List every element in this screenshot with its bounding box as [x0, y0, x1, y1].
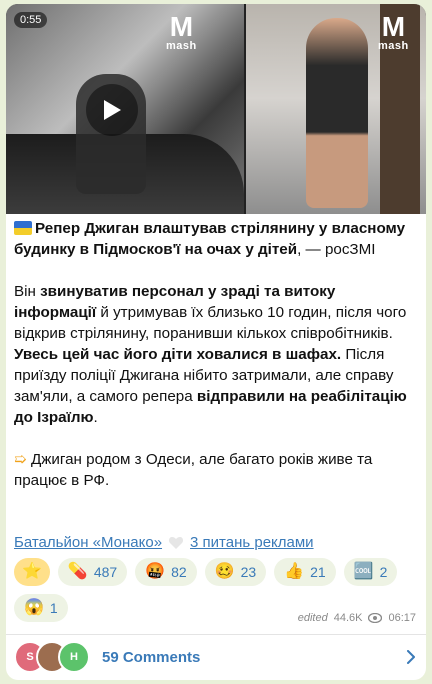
thumbs-up-icon: 👍 — [284, 563, 305, 580]
reaction-count: 487 — [93, 564, 118, 580]
mash-logo-mark: M — [169, 11, 194, 42]
avatar: H — [58, 641, 90, 673]
person-figure — [306, 18, 368, 208]
video-frame-left: 0:55 M mash — [6, 4, 244, 214]
edited-label: edited — [297, 612, 328, 624]
reaction-scream[interactable]: 😱 1 — [14, 594, 68, 622]
paragraph-1: Він звинуватив персонал у зраді та виток… — [14, 281, 414, 344]
cool-icon: 🆒 — [353, 563, 374, 580]
comments-button[interactable]: S H 59 Comments — [14, 638, 418, 676]
reaction-angry[interactable]: 🤬 82 — [135, 558, 197, 586]
mash-logo-mark: M — [381, 11, 406, 42]
mash-logo: M mash — [166, 11, 197, 53]
divider — [6, 634, 426, 635]
video-duration: 0:55 — [14, 12, 48, 28]
post-card: 0:55 M mash M mash Репер Джиган влаштува… — [6, 4, 426, 680]
ads-link[interactable]: 3 питань реклами — [190, 534, 314, 551]
mash-logo-text: mash — [378, 40, 409, 52]
video-frame-right: M mash — [246, 4, 426, 214]
post-meta: edited 44.6K 06:17 — [298, 612, 416, 624]
worried-face-icon: 🥴 — [214, 563, 235, 580]
headline: Репер Джиган влаштував стрілянину у влас… — [14, 218, 414, 260]
heart-icon — [168, 536, 184, 549]
reaction-star[interactable]: ⭐ — [14, 558, 50, 586]
reaction-pill[interactable]: 💊 487 — [57, 558, 128, 586]
headline-source: , — росЗМІ — [297, 241, 376, 258]
reaction-count: 21 — [310, 564, 326, 580]
mash-logo-text: mash — [166, 40, 197, 52]
scream-face-icon: 😱 — [24, 599, 44, 616]
comments-label: 59 Comments — [102, 648, 201, 666]
channel-link[interactable]: Батальйон «Монако» — [14, 534, 162, 551]
star-icon: ⭐ — [22, 563, 42, 580]
reaction-cool[interactable]: 🆒 2 — [343, 558, 398, 586]
eye-icon — [368, 613, 383, 623]
post-time: 06:17 — [388, 612, 416, 624]
reaction-count: 82 — [171, 564, 187, 580]
paragraph-2: Увесь цей час його діти ховалися в шафах… — [14, 344, 414, 428]
paragraph-3: ➯ Джиган родом з Одеси, але багато років… — [14, 449, 414, 491]
angry-face-icon: 🤬 — [145, 563, 166, 580]
chevron-right-icon — [407, 650, 415, 664]
reaction-thumbs-up[interactable]: 👍 21 — [274, 558, 336, 586]
pill-icon: 💊 — [67, 563, 88, 580]
post-links: Батальйон «Монако» 3 питань реклами — [14, 534, 314, 551]
text-run: . — [93, 409, 98, 426]
text-run: Джиган родом з Одеси, але багато років ж… — [14, 451, 373, 489]
text-run: Він — [14, 283, 41, 300]
reaction-count: 1 — [49, 600, 58, 616]
text-run-bold: Увесь цей час його діти ховалися в шафах… — [14, 346, 342, 363]
reaction-worried[interactable]: 🥴 23 — [204, 558, 267, 586]
reaction-count: 2 — [379, 564, 388, 580]
post-text: Репер Джиган влаштував стрілянину у влас… — [14, 218, 414, 491]
view-count: 44.6K — [333, 612, 363, 624]
ukraine-flag-icon — [14, 221, 32, 235]
reaction-count: 23 — [240, 564, 257, 580]
play-icon[interactable] — [86, 84, 138, 136]
video-preview[interactable]: 0:55 M mash M mash — [6, 4, 426, 214]
mash-logo: M mash — [378, 11, 409, 53]
pointing-hand-icon: ➯ — [14, 451, 27, 468]
